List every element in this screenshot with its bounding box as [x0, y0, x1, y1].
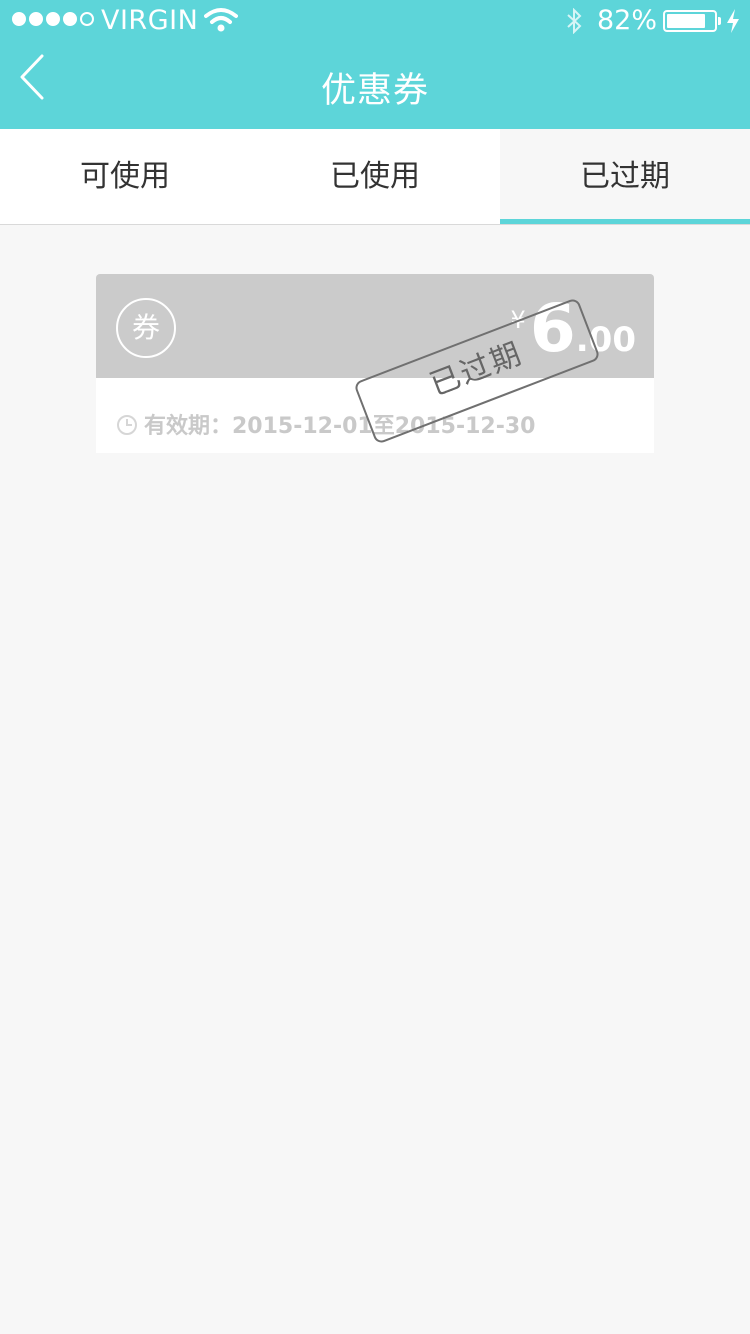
- header: VIRGIN 82% 优惠券: [0, 0, 750, 129]
- bluetooth-icon: [567, 8, 582, 34]
- coupon-validity: 有效期：2015-12-01至2015-12-30: [116, 408, 535, 440]
- charging-icon: [727, 9, 739, 33]
- signal-strength-icon: [12, 12, 94, 29]
- coupon-badge: 券: [116, 298, 176, 358]
- battery-icon: [663, 10, 717, 32]
- clock-icon: [117, 415, 137, 435]
- tab-available[interactable]: 可使用: [0, 129, 250, 224]
- carrier-name: VIRGIN: [101, 5, 199, 36]
- tab-used[interactable]: 已使用: [250, 129, 500, 224]
- wifi-icon: [204, 8, 238, 32]
- battery-cap: [718, 17, 721, 25]
- battery-percent: 82%: [597, 5, 658, 36]
- page-title: 优惠券: [320, 71, 429, 111]
- status-bar: VIRGIN 82%: [0, 0, 750, 40]
- tab-expired[interactable]: 已过期: [500, 129, 750, 224]
- tab-bar: 可使用 已使用 已过期: [0, 129, 750, 225]
- validity-text: 有效期：2015-12-01至2015-12-30: [144, 414, 536, 439]
